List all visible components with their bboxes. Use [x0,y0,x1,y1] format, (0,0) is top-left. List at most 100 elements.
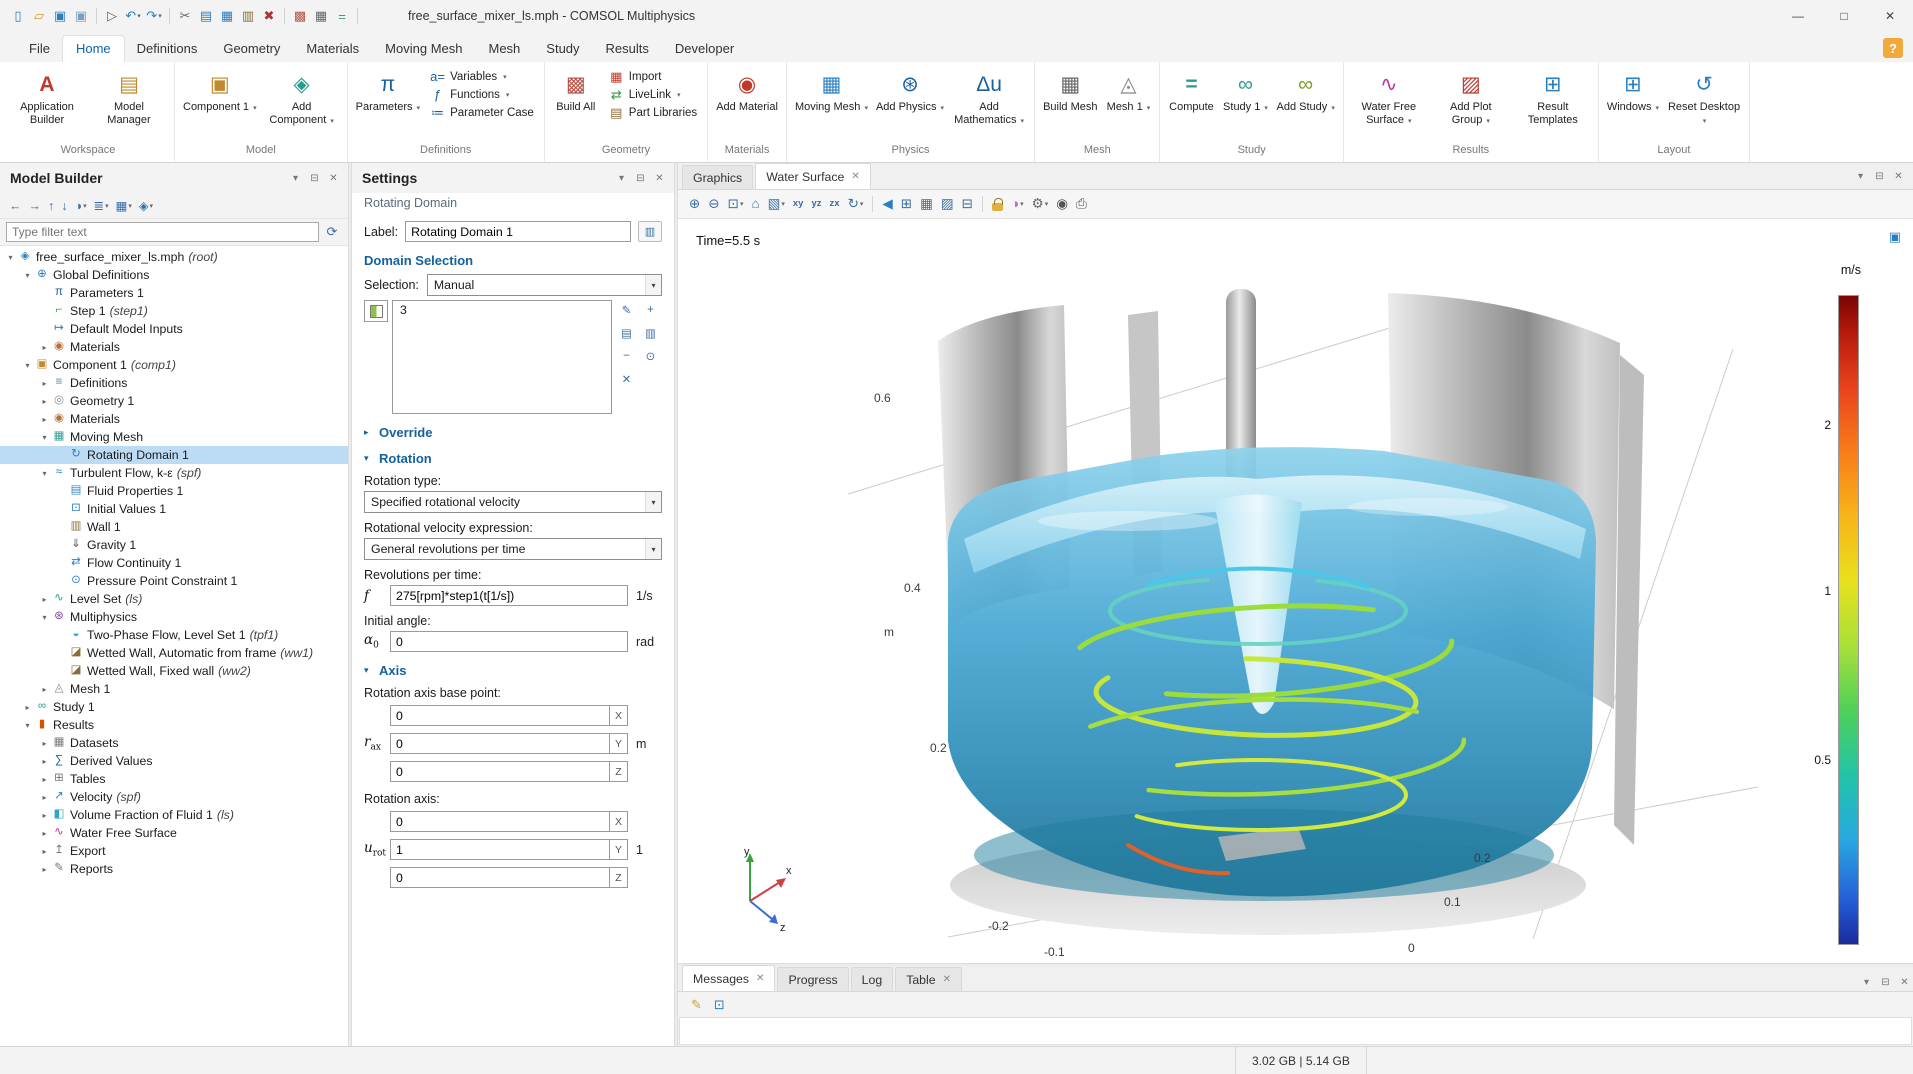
settings-menu-icon[interactable]: ▾ [613,170,630,187]
ribbon-button-mesh-1[interactable]: ◬Mesh 1 ▾ [1102,65,1154,116]
tree-expander-icon[interactable]: ▾ [4,253,17,262]
nav-back-icon[interactable]: ← [6,197,25,215]
ribbon-button-result-templates[interactable]: ⊞Result Templates [1513,65,1593,129]
paste-icon[interactable]: ▥ [238,5,258,27]
collapse-options-icon[interactable]: ≣▾ [91,196,112,215]
redo-icon[interactable]: ↷▾ [144,5,164,27]
sound-button[interactable]: ◀ [879,195,895,213]
tree-filter-input[interactable] [6,222,319,242]
tree-item-reports[interactable]: ▸✎Reports [0,860,348,878]
move-up-icon[interactable]: ↑ [45,197,57,215]
go-to-default-view-button[interactable]: ⌂ [748,195,762,213]
tree-expander-icon[interactable]: ▸ [38,415,51,424]
tree-expander-icon[interactable]: ▸ [38,379,51,388]
rotation-axis-input-z[interactable] [390,867,610,888]
duplicate-icon[interactable]: ▦ [217,5,237,27]
menu-tab-mesh[interactable]: Mesh [475,36,533,62]
settings-float-icon[interactable]: ⊟ [632,170,649,187]
initial-angle-input[interactable] [390,631,628,652]
create-selection-icon[interactable]: ✎ [616,300,637,320]
tree-item-wetted-wall-fixed-wall[interactable]: ◪Wetted Wall, Fixed wall(ww2) [0,662,348,680]
tree-table-icon[interactable]: ▦▾ [113,196,135,215]
messages-float-icon[interactable]: ⊟ [1877,974,1894,991]
label-input[interactable] [405,221,631,242]
open-external-button[interactable]: ⊡ [711,996,728,1013]
rotation-axis-input-x[interactable] [390,811,610,832]
menu-tab-file[interactable]: File [16,36,63,62]
tree-item-rotating-domain-1[interactable]: ↻Rotating Domain 1 [0,446,348,464]
tree-item-tables[interactable]: ▸⊞Tables [0,770,348,788]
tree-item-parameters-1[interactable]: πParameters 1 [0,284,348,302]
menu-tab-moving-mesh[interactable]: Moving Mesh [372,36,475,62]
view-orientation-button[interactable]: ▧▾ [765,195,788,213]
tree-item-materials[interactable]: ▸◉Materials [0,338,348,356]
build-mesh-icon[interactable]: ▦ [311,5,331,27]
ribbon-button-model-manager[interactable]: ▤Model Manager [89,65,169,129]
tree-item-velocity[interactable]: ▸↗Velocity(spf) [0,788,348,806]
tree-item-export[interactable]: ▸↥Export [0,842,348,860]
undo-icon[interactable]: ↶▾ [123,5,143,27]
tree-expander-icon[interactable]: ▸ [38,739,51,748]
tree-item-water-free-surface[interactable]: ▸∿Water Free Surface [0,824,348,842]
ribbon-button-add-material[interactable]: ◉Add Material [713,65,781,116]
show-grid-button[interactable]: ▦ [917,195,936,213]
tree-expander-icon[interactable]: ▾ [21,271,34,280]
ribbon-button-part-libraries[interactable]: ▤Part Libraries [604,104,702,121]
label-options-button[interactable]: ▥ [638,221,662,242]
tree-item-step-1[interactable]: ⌐Step 1(step1) [0,302,348,320]
graphics-menu-icon[interactable]: ▾ [1852,168,1869,185]
show-selection-colors-button[interactable]: ⊟ [959,195,976,213]
plot-in-window-button[interactable]: ⊞ [898,195,915,213]
model-builder-close-icon[interactable]: ✕ [325,170,342,187]
tree-item-gravity-1[interactable]: ⇓Gravity 1 [0,536,348,554]
ribbon-button-add-mathematics[interactable]: ΔuAdd Mathematics ▾ [949,65,1029,129]
messages-close-icon[interactable]: ✕ [1896,974,1913,991]
ribbon-button-functions[interactable]: ƒFunctions▾ [425,86,539,103]
menu-tab-materials[interactable]: Materials [293,36,372,62]
ribbon-button-study-1[interactable]: ∞Study 1 ▾ [1219,65,1271,116]
plane-zx-button[interactable]: zx [827,197,843,211]
messages-tab-progress[interactable]: Progress [777,967,848,991]
menu-tab-definitions[interactable]: Definitions [124,36,211,62]
tree-item-moving-mesh[interactable]: ▾▦Moving Mesh [0,428,348,446]
plot-area[interactable]: Time=5.5 s m/s ▣ [678,219,1913,963]
section-domain-selection[interactable]: Domain Selection [364,253,662,268]
close-icon[interactable]: ✕ [1867,0,1913,32]
messages-tab-messages[interactable]: Messages✕ [682,965,775,991]
delete-icon[interactable]: ✖ [259,5,279,27]
tree-expander-icon[interactable]: ▸ [38,793,51,802]
zoom-selection-icon[interactable]: ⊙ [640,346,661,366]
tree-expander-icon[interactable]: ▾ [21,721,34,730]
tree-item-pressure-point-constraint-1[interactable]: ⊙Pressure Point Constraint 1 [0,572,348,590]
model-settings-icon[interactable]: ◈▾ [136,196,156,215]
minimize-icon[interactable]: — [1775,0,1821,32]
mixer-3d-plot[interactable] [828,289,1778,944]
tree-expander-icon[interactable]: ▸ [38,811,51,820]
tree-item-volume-fraction-of-fluid-1[interactable]: ▸◧Volume Fraction of Fluid 1(ls) [0,806,348,824]
tree-item-turbulent-flow-k[interactable]: ▾≈Turbulent Flow, k-ε(spf) [0,464,348,482]
model-builder-menu-icon[interactable]: ▾ [287,170,304,187]
reset-view-button[interactable]: ↻▾ [845,195,867,213]
clear-selection-icon[interactable]: ✕ [616,369,637,389]
ribbon-button-component-1[interactable]: ▣Component 1 ▾ [180,65,260,116]
close-tab-icon[interactable]: ✕ [756,973,764,984]
copy-icon[interactable]: ▤ [196,5,216,27]
show-options-icon[interactable]: ◑▾ [72,197,90,215]
appearance-button[interactable]: ◑▾ [1008,195,1027,213]
selection-list-item[interactable]: 3 [393,301,611,319]
tree-item-two-phase-flow-level-set-1[interactable]: ◒Two-Phase Flow, Level Set 1(tpf1) [0,626,348,644]
tree-item-geometry-1[interactable]: ▸◎Geometry 1 [0,392,348,410]
copy-selection-icon[interactable]: ▤ [616,323,637,343]
tree-item-mesh-1[interactable]: ▸◬Mesh 1 [0,680,348,698]
ribbon-button-reset-desktop[interactable]: ↺Reset Desktop ▾ [1664,65,1744,129]
tree-item-default-model-inputs[interactable]: ↦Default Model Inputs [0,320,348,338]
menu-tab-home[interactable]: Home [63,36,124,62]
maximize-icon[interactable]: □ [1821,0,1867,32]
remove-selection-icon[interactable]: − [616,346,637,366]
tree-item-level-set[interactable]: ▸∿Level Set(ls) [0,590,348,608]
ribbon-button-moving-mesh[interactable]: ▦Moving Mesh ▾ [792,65,871,116]
tree-item-derived-values[interactable]: ▸∑Derived Values [0,752,348,770]
tree-item-fluid-properties-1[interactable]: ▤Fluid Properties 1 [0,482,348,500]
image-snapshot-button[interactable]: ◉ [1053,195,1071,213]
tree-item-free-surface-mixer-ls-mph[interactable]: ▾◈free_surface_mixer_ls.mph(root) [0,248,348,266]
